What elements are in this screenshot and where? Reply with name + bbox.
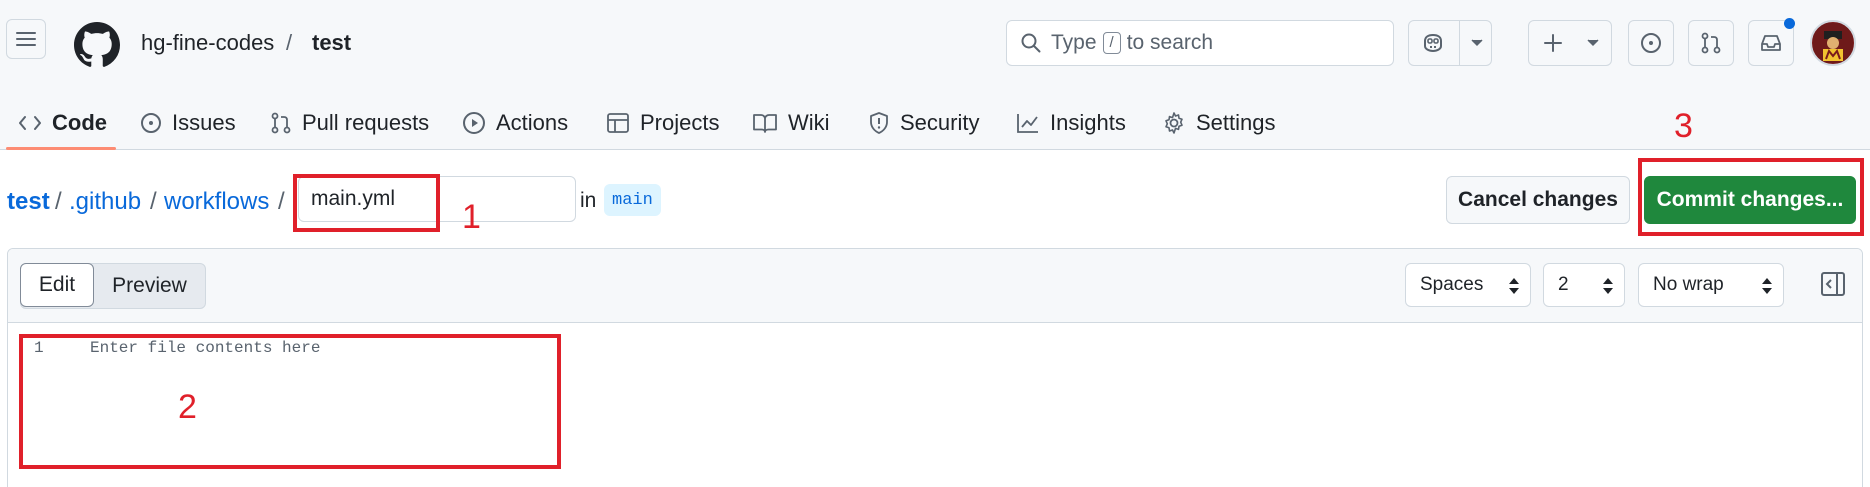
breadcrumb-separator: / — [150, 188, 157, 215]
issue-icon — [1641, 33, 1661, 53]
tab-pull-requests-label: Pull requests — [302, 110, 430, 135]
search-input[interactable]: Type / to search — [1006, 20, 1394, 66]
hamburger-icon — [16, 32, 36, 46]
search-shortcut-key: / — [1102, 32, 1121, 54]
issues-button[interactable] — [1628, 20, 1674, 66]
indent-size-select[interactable]: 2 — [1543, 263, 1625, 307]
tab-pull-requests[interactable]: Pull requests — [270, 96, 429, 150]
indent-mode-value: Spaces — [1420, 274, 1484, 295]
edit-preview-toggle: Edit Preview — [20, 263, 206, 309]
editor-toolbar: Edit Preview Spaces 2 No wrap — [8, 249, 1862, 323]
annotation-box-1 — [293, 174, 440, 232]
breadcrumb-workflows-dir[interactable]: workflows — [164, 188, 269, 216]
wrap-mode-value: No wrap — [1653, 274, 1724, 295]
indent-mode-select[interactable]: Spaces — [1405, 263, 1531, 307]
code-icon — [19, 116, 41, 130]
tab-issues[interactable]: Issues — [140, 96, 236, 150]
tab-wiki-label: Wiki — [788, 110, 830, 135]
tab-projects-label: Projects — [640, 110, 720, 135]
global-header: hg-fine-codes / test Type / to search Co… — [0, 0, 1870, 150]
tab-issues-label: Issues — [172, 110, 236, 135]
breadcrumb-root[interactable]: test — [7, 188, 50, 216]
pull-request-icon — [1701, 32, 1721, 54]
avatar[interactable] — [1810, 20, 1856, 66]
repo-name-link[interactable]: test — [312, 30, 351, 56]
breadcrumb-github-dir[interactable]: .github — [69, 188, 141, 216]
avatar-image-icon — [1813, 23, 1853, 63]
menu-button[interactable] — [6, 19, 46, 59]
copilot-button[interactable] — [1408, 20, 1492, 66]
pull-request-icon — [271, 112, 291, 134]
branch-badge: main — [604, 184, 661, 216]
search-suffix: to search — [1126, 31, 1214, 54]
graph-icon — [1017, 114, 1038, 133]
gear-icon — [1165, 112, 1183, 134]
in-label: in — [580, 189, 597, 212]
tab-settings[interactable]: Settings — [1162, 96, 1276, 150]
annotation-box-2 — [19, 334, 561, 469]
annotation-number-1: 1 — [462, 198, 481, 236]
github-logo-icon[interactable] — [74, 22, 120, 68]
search-prefix: Type — [1051, 31, 1097, 54]
inbox-icon — [1761, 35, 1781, 51]
tab-projects[interactable]: Projects — [606, 96, 719, 150]
wrap-mode-select[interactable]: No wrap — [1638, 263, 1784, 307]
tab-edit[interactable]: Edit — [20, 263, 94, 307]
tab-actions[interactable]: Actions — [462, 96, 568, 150]
book-icon — [753, 114, 777, 133]
select-arrows-icon — [1509, 278, 1519, 294]
breadcrumb-separator: / — [55, 188, 62, 215]
tab-preview[interactable]: Preview — [94, 264, 205, 308]
tab-code-label: Code — [52, 110, 107, 135]
indent-size-value: 2 — [1558, 274, 1569, 295]
repo-owner-link[interactable]: hg-fine-codes — [141, 30, 274, 56]
annotation-number-3: 3 — [1674, 107, 1693, 145]
create-new-button[interactable] — [1528, 20, 1612, 66]
tab-settings-label: Settings — [1196, 110, 1276, 135]
search-placeholder: Type / to search — [1051, 31, 1213, 55]
copilot-icon — [1424, 33, 1442, 53]
chevron-down-icon — [1587, 39, 1599, 47]
annotation-number-2: 2 — [178, 388, 197, 426]
cancel-changes-button[interactable]: Cancel changes — [1446, 176, 1630, 224]
tab-code[interactable]: Code — [18, 96, 107, 150]
play-icon — [463, 112, 485, 134]
tab-insights[interactable]: Insights — [1016, 96, 1126, 150]
notification-indicator — [1784, 18, 1795, 29]
chevron-down-icon[interactable] — [1471, 39, 1483, 47]
select-arrows-icon — [1762, 278, 1772, 294]
path-separator: / — [286, 30, 293, 55]
tab-security-label: Security — [900, 110, 980, 135]
shield-icon — [870, 112, 888, 134]
tab-insights-label: Insights — [1050, 110, 1126, 135]
tab-wiki[interactable]: Wiki — [752, 96, 830, 150]
plus-icon — [1544, 34, 1562, 52]
annotation-box-3 — [1638, 158, 1864, 236]
selected-tab-underline — [6, 147, 116, 150]
issue-icon — [141, 113, 161, 133]
pull-requests-button[interactable] — [1688, 20, 1734, 66]
table-icon — [607, 113, 629, 133]
tab-security[interactable]: Security — [868, 96, 979, 150]
tab-actions-label: Actions — [496, 110, 569, 135]
split-divider — [1459, 21, 1460, 65]
select-arrows-icon — [1603, 278, 1613, 294]
search-icon — [1021, 33, 1041, 53]
sidepanel-toggle-icon[interactable] — [1820, 271, 1846, 297]
breadcrumb-separator: / — [278, 188, 285, 215]
